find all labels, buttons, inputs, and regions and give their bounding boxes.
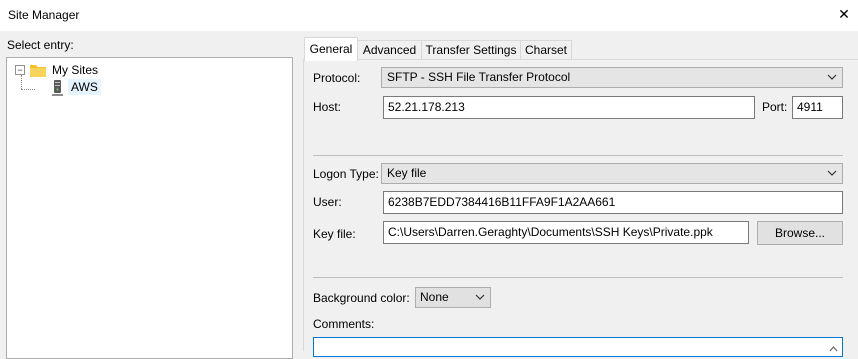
tab-charset[interactable]: Charset <box>520 40 572 59</box>
user-label: User: <box>313 195 342 209</box>
key-file-input[interactable]: C:\Users\Darren.Geraghty\Documents\SSH K… <box>383 221 749 244</box>
divider <box>313 155 843 156</box>
key-file-label: Key file: <box>313 227 356 241</box>
tree-item-aws[interactable]: AWS <box>68 79 101 95</box>
logon-type-select[interactable]: Key file <box>381 163 843 184</box>
close-icon[interactable]: ✕ <box>836 5 852 23</box>
select-entry-label: Select entry: <box>7 38 74 52</box>
protocol-label: Protocol: <box>313 71 361 85</box>
background-color-value: None <box>420 290 449 304</box>
host-input[interactable]: 52.21.178.213 <box>383 96 755 119</box>
tree-connector <box>21 89 35 90</box>
tab-general[interactable]: General <box>304 37 358 61</box>
logon-type-label: Logon Type: <box>313 167 379 181</box>
tree-item-my-sites[interactable]: My Sites <box>52 63 98 77</box>
host-label: Host: <box>313 100 342 114</box>
chevron-down-icon <box>827 68 837 87</box>
port-label: Port: <box>762 100 788 114</box>
protocol-select[interactable]: SFTP - SSH File Transfer Protocol <box>381 67 843 88</box>
tree-connector <box>21 75 22 89</box>
logon-type-value: Key file <box>387 166 427 180</box>
browse-button[interactable]: Browse... <box>757 221 843 245</box>
collapse-icon[interactable]: − <box>15 65 25 75</box>
background-color-select[interactable]: None <box>415 287 491 308</box>
protocol-value: SFTP - SSH File Transfer Protocol <box>387 70 571 84</box>
folder-icon <box>30 64 46 77</box>
comments-label: Comments: <box>313 317 375 331</box>
port-input[interactable]: 4911 <box>792 96 843 119</box>
user-input[interactable]: 6238B7EDD7384416B11FFA9F1A2AA661 <box>383 191 843 214</box>
divider <box>313 277 843 278</box>
background-color-label: Background color: <box>313 291 410 305</box>
tab-advanced[interactable]: Advanced <box>357 40 422 59</box>
chevron-down-icon <box>475 288 485 313</box>
chevron-down-icon <box>827 164 837 183</box>
site-tree[interactable] <box>6 57 293 359</box>
tab-transfer-settings[interactable]: Transfer Settings <box>421 40 521 59</box>
title-bar <box>0 0 858 31</box>
window-title: Site Manager <box>8 8 80 22</box>
comments-textarea[interactable] <box>313 337 843 357</box>
server-icon <box>51 80 64 96</box>
scroll-up-icon[interactable] <box>829 341 838 355</box>
